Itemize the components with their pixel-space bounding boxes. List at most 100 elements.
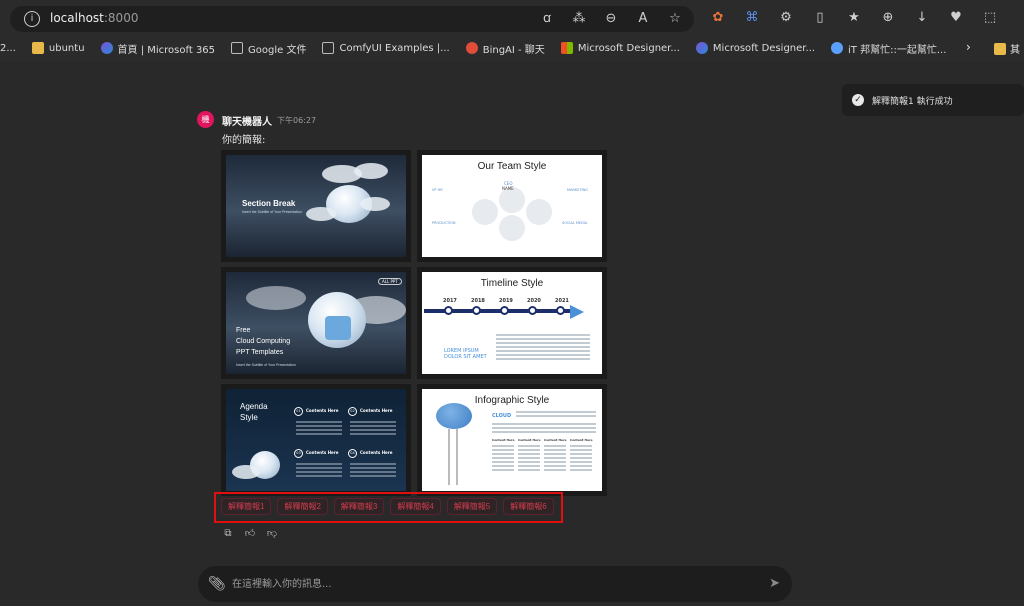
side-text: LOREM IPSUM DOLOR SIT AMET [444,348,487,360]
thumbs-up-icon[interactable]: 👍︎ [244,528,256,540]
timeline-dot [556,306,565,315]
extension-toolbar: ✿ ⌘ ⚙ ▯ ★ ⊕ ↓ ♥ ⬚ [708,8,1000,28]
timeline-year: 2020 [527,298,541,304]
address-bar[interactable]: i localhost:8000 ꭤ ⁂ ⊖ A ☆ [10,6,694,32]
slide-thumbnail[interactable]: Timeline Style 2017 2018 2019 2020 2021 … [417,267,607,379]
bookmark-item[interactable]: Google 文件 [231,41,306,56]
avatar: 機 [197,111,214,128]
favorites-icon[interactable]: ★ [844,8,864,28]
text-lines [350,421,396,437]
collections-icon[interactable]: ⊕ [878,8,898,28]
extension-color-icon[interactable]: ✿ [708,8,728,28]
explain-slide-1-button[interactable]: 解釋簡報1 [221,498,272,515]
success-toast: ✓ 解釋簡報1 執行成功 [842,84,1024,116]
agenda-label: Contents Here [306,450,339,455]
timeline-year: 2018 [471,298,485,304]
timeline-arrow-icon [570,305,584,319]
sender-name: 聊天機器人 [222,117,272,128]
download-icon[interactable]: ↓ [912,8,932,28]
slide-thumbnail[interactable]: Section Break Insert the Subtitle of You… [221,150,411,262]
column-label: Content Here [544,438,567,442]
agenda-label: Contents Here [360,408,393,413]
slide-thumbnail[interactable]: Agenda Style 01 02 03 04 Contents Here C… [221,384,411,496]
health-icon[interactable]: ♥ [946,8,966,28]
slide-thumbnail[interactable]: ALL PPT Free Cloud Computing PPT Templat… [221,267,411,379]
bookmark-item[interactable]: ubuntu [31,42,85,54]
slide-image: Timeline Style 2017 2018 2019 2020 2021 … [422,272,602,374]
bookmarks-more-icon[interactable]: › [966,40,971,54]
read-aloud-icon[interactable]: ꭤ [538,10,556,28]
folder-icon [31,42,44,54]
bookmark-item[interactable]: 2... [0,43,16,54]
cloud-graphic [436,403,472,429]
text-lines [296,463,342,479]
url-text[interactable]: localhost:8000 [50,11,138,25]
org-label: VP HR [432,188,443,192]
agenda-number: 03 [294,449,303,458]
translate-icon[interactable]: ⁂ [570,10,588,28]
bookmark-folder-last[interactable]: 其 [994,41,1020,56]
explain-slide-3-button[interactable]: 解釋簡報3 [333,498,385,515]
slide-image: Agenda Style 01 02 03 04 Contents Here C… [226,389,406,491]
agenda-label: Contents Here [360,450,393,455]
zoom-out-icon[interactable]: ⊖ [602,10,620,28]
google-translate-icon[interactable]: ⌘ [742,8,762,28]
slide-image: ALL PPT Free Cloud Computing PPT Templat… [226,272,406,374]
text-lines [496,334,590,362]
org-label: SOCIAL MEDIA [562,221,588,225]
message-input[interactable] [232,575,752,593]
bing-icon [465,42,478,54]
check-circle-icon: ✓ [852,94,864,106]
bookmark-item[interactable]: ComfyUI Examples |... [322,42,450,54]
timeline-year: 2019 [499,298,513,304]
explain-slide-5-button[interactable]: 解釋簡報5 [446,498,498,515]
split-screen-icon[interactable]: ▯ [810,8,830,28]
screenshot-icon[interactable]: ⬚ [980,8,1000,28]
bookmark-item[interactable]: 首頁 | Microsoft 365 [100,41,215,56]
slide-image: Infographic Style CLOUD Content Here Con… [422,389,602,491]
favorite-star-icon[interactable]: ☆ [666,10,684,28]
bookmark-item[interactable]: iT 邦幫忙::一起幫忙... [831,41,946,56]
bookmark-label: iT 邦幫忙::一起幫忙... [848,44,947,56]
cloud-graphic [246,286,306,310]
slide-thumbnail[interactable]: Infographic Style CLOUD Content Here Con… [417,384,607,496]
explain-slide-2-button[interactable]: 解釋簡報2 [277,498,328,515]
site-info-icon[interactable]: i [24,11,40,27]
paperclip-icon[interactable]: 📎︎ [208,576,226,592]
text-size-icon[interactable]: A [634,10,652,28]
bookmarks-bar: 2... ubuntu 首頁 | Microsoft 365 Google 文件 Com… [0,38,1024,58]
browser-chrome: i localhost:8000 ꭤ ⁂ ⊖ A ☆ ✿ ⌘ ⚙ ▯ ★ ⊕ ↓… [0,0,1024,62]
slide-thumbnail[interactable]: Our Team Style CEO NAME VP HR MARKETING … [417,150,607,262]
message-time: 下午06:27 [277,116,317,125]
org-label: NAME [502,186,514,191]
slide-tag: ALL PPT [378,278,402,285]
explain-slide-6-button[interactable]: 解釋簡報6 [503,498,554,515]
bookmark-label: Microsoft Designer... [577,42,680,54]
org-circle [472,199,498,225]
bookmark-item[interactable]: Microsoft Designer... [695,42,815,54]
slide-image: Our Team Style CEO NAME VP HR MARKETING … [422,155,602,257]
text-lines [350,463,396,479]
thumbs-down-icon[interactable]: 👎︎ [266,528,278,540]
column-label: Content Here [492,438,515,442]
slide-title: Section Break [242,199,296,208]
timeline-dot [528,306,537,315]
bookmark-item[interactable]: Microsoft Designer... [560,42,680,54]
slide-image: Section Break Insert the Subtitle of You… [226,155,406,257]
timeline-year: 2021 [555,298,569,304]
send-icon[interactable]: ➤ [769,576,780,591]
puzzle-icon[interactable]: ⚙ [776,8,796,28]
cloud-graphic [232,465,260,479]
slide-title: Timeline Style [480,278,544,289]
bookmark-item[interactable]: BingAI - 聊天 [465,41,545,56]
toast-text: 解釋簡報1 執行成功 [872,96,953,107]
org-label: MARKETING [567,188,588,192]
slide-title: Our Team Style [477,161,547,172]
explain-slide-4-button[interactable]: 解釋簡報4 [390,498,441,515]
bookmark-label: ubuntu [48,42,85,54]
timeline-dot [500,306,509,315]
text-lines [518,445,540,473]
bookmark-label: 2... [0,42,16,54]
message-composer: 📎︎ ➤ [198,566,792,602]
copy-icon[interactable]: ⧉ [222,528,234,540]
